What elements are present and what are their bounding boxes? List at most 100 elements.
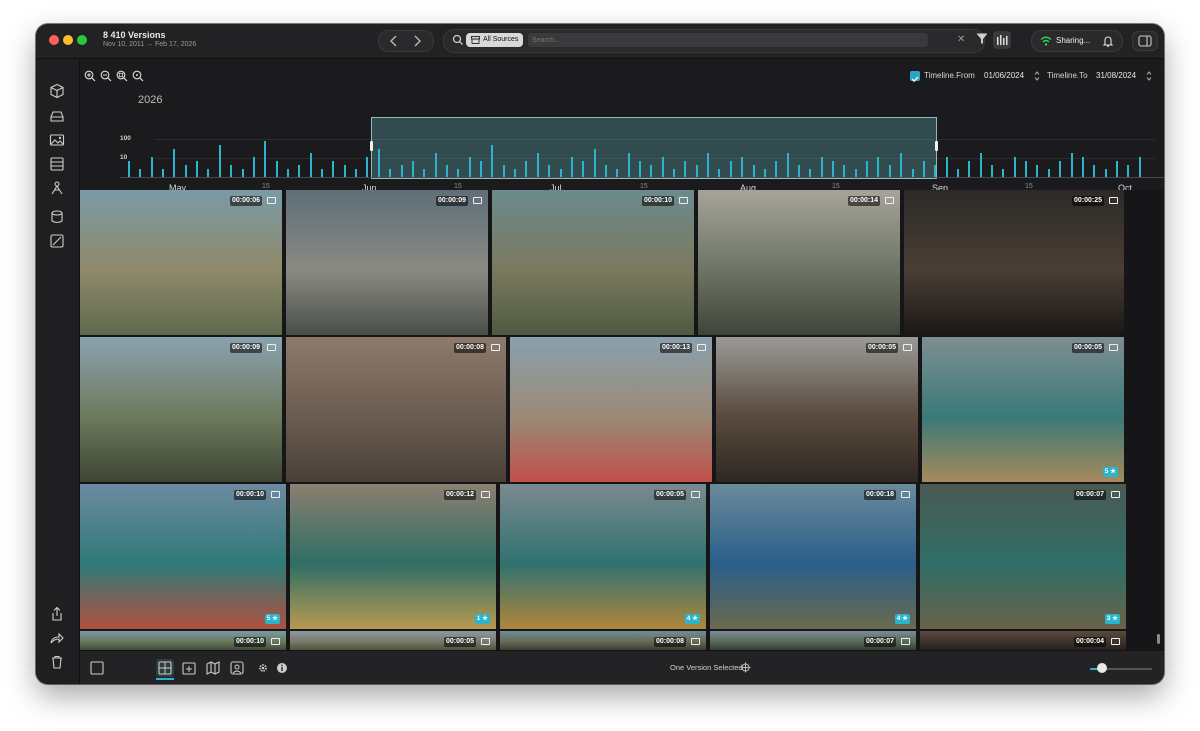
close-window-button[interactable] <box>49 35 59 45</box>
video-thumbnail[interactable]: 00:00:06 <box>80 190 282 335</box>
duration-badge: 00:00:09 <box>435 196 468 206</box>
histogram-bar <box>593 149 596 177</box>
grid-view-button[interactable] <box>156 659 174 677</box>
video-thumbnail[interactable]: 00:00:05 <box>716 337 918 482</box>
film-strip-icon[interactable] <box>49 156 65 172</box>
sharing-status[interactable]: Sharing... <box>1031 30 1123 52</box>
duration-badge: 00:00:10 <box>233 637 266 647</box>
histogram-bar <box>184 165 187 177</box>
video-thumbnail[interactable]: 00:00:18 4 ★ <box>710 484 916 629</box>
video-thumbnail[interactable]: 00:00:09 <box>80 337 282 482</box>
video-thumbnail[interactable]: 00:00:08 <box>500 631 706 650</box>
single-view-button[interactable] <box>88 659 106 677</box>
histogram-bar <box>1013 157 1016 177</box>
day-tick: 15 <box>262 183 270 190</box>
video-camera-icon <box>901 638 910 645</box>
video-thumbnail[interactable]: 00:00:10 5 ★ <box>80 484 286 629</box>
crosshair-icon[interactable] <box>740 662 751 673</box>
timeline-histogram <box>80 59 1164 177</box>
video-thumbnail[interactable]: 00:00:05 5 ★ <box>922 337 1124 482</box>
bell-icon[interactable] <box>1102 35 1114 47</box>
sidebar-toggle-button[interactable] <box>1132 31 1158 51</box>
calendar-view-button[interactable] <box>180 659 198 677</box>
video-thumbnail[interactable]: 00:00:25 <box>904 190 1124 335</box>
video-thumbnail[interactable]: 00:00:13 <box>510 337 712 482</box>
histogram-bar <box>275 161 278 177</box>
histogram-bar <box>480 161 483 177</box>
histogram-bar <box>968 161 971 177</box>
day-tick: 15 <box>1025 183 1033 190</box>
video-camera-icon <box>901 491 910 498</box>
minimize-window-button[interactable] <box>63 35 73 45</box>
thumbnail-size-knob[interactable] <box>1097 663 1108 673</box>
histogram-bar <box>627 153 630 177</box>
video-thumbnail[interactable]: 00:00:05 4 ★ <box>500 484 706 629</box>
left-sidebar <box>36 59 80 684</box>
duration-badge: 00:00:10 <box>641 196 674 206</box>
video-thumbnail[interactable]: 00:00:08 <box>286 337 506 482</box>
selection-status: One Version Selected <box>670 663 743 672</box>
photos-icon[interactable] <box>49 132 65 148</box>
histogram-bar <box>286 169 289 177</box>
faces-view-button[interactable] <box>228 659 246 677</box>
search-input[interactable] <box>528 33 928 47</box>
video-thumbnail[interactable]: 00:00:10 <box>80 631 286 650</box>
histogram-bar <box>536 153 539 177</box>
duration-badge: 00:00:25 <box>1071 196 1104 206</box>
back-button[interactable] <box>384 33 404 49</box>
histogram-bar <box>366 157 369 177</box>
histogram-toggle-button[interactable] <box>993 31 1011 49</box>
histogram-bar <box>854 169 857 177</box>
video-thumbnail[interactable]: 00:00:04 <box>920 631 1126 650</box>
histogram-bar <box>298 165 301 177</box>
map-view-button[interactable] <box>204 659 222 677</box>
filter-icon[interactable] <box>976 33 988 45</box>
image-adjust-icon[interactable] <box>49 233 65 249</box>
video-thumbnail[interactable]: 00:00:10 <box>492 190 694 335</box>
video-camera-icon <box>1111 638 1120 645</box>
histogram-bar <box>400 165 403 177</box>
zoom-window-button[interactable] <box>77 35 87 45</box>
histogram-bar <box>389 169 392 177</box>
histogram-bar <box>264 141 267 177</box>
source-filter-chip[interactable]: All Sources <box>466 33 524 47</box>
video-thumbnail[interactable]: 00:00:07 <box>710 631 916 650</box>
histogram-bar <box>820 157 823 177</box>
histogram-bar <box>1104 169 1107 177</box>
duration-badge: 00:00:10 <box>233 490 266 500</box>
histogram-bar <box>468 157 471 177</box>
duration-badge: 00:00:18 <box>863 490 896 500</box>
database-icon[interactable] <box>49 209 65 225</box>
info-icon[interactable] <box>276 662 288 674</box>
share-icon[interactable] <box>49 606 65 622</box>
video-thumbnail[interactable]: 00:00:09 <box>286 190 488 335</box>
people-icon[interactable] <box>49 180 65 196</box>
video-camera-icon <box>491 344 500 351</box>
duration-badge: 00:00:05 <box>443 637 476 647</box>
grid-scrollbar[interactable] <box>1157 634 1160 644</box>
video-thumbnail[interactable]: 00:00:07 3 ★ <box>920 484 1126 629</box>
histogram-bar <box>809 169 812 177</box>
histogram-icon <box>997 35 1008 45</box>
forward-icon[interactable] <box>49 630 65 646</box>
gear-icon[interactable] <box>257 662 269 674</box>
video-thumbnail[interactable]: 00:00:05 <box>290 631 496 650</box>
histogram-bar <box>332 161 335 177</box>
histogram-bar <box>1047 169 1050 177</box>
drive-icon[interactable] <box>49 108 65 124</box>
cube-icon[interactable] <box>49 83 65 99</box>
video-thumbnail[interactable]: 00:00:12 1 ★ <box>290 484 496 629</box>
histogram-bar <box>150 157 153 177</box>
forward-button[interactable] <box>407 33 427 49</box>
source-chip-label: All Sources <box>483 36 519 43</box>
duration-badge: 00:00:04 <box>1073 637 1106 647</box>
trash-icon[interactable] <box>49 654 65 670</box>
histogram-bar <box>866 161 869 177</box>
histogram-bar <box>207 169 210 177</box>
histogram-bar <box>752 165 755 177</box>
clear-search-icon[interactable]: ✕ <box>957 34 965 45</box>
video-thumbnail[interactable]: 00:00:14 <box>698 190 900 335</box>
histogram-bar <box>559 169 562 177</box>
histogram-bar <box>343 165 346 177</box>
video-camera-icon <box>267 344 276 351</box>
